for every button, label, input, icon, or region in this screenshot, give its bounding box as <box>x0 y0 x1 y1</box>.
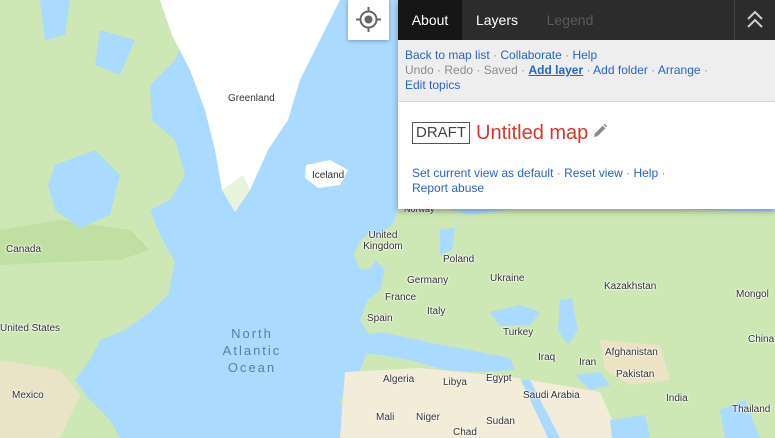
saved-status: Saved <box>483 63 518 77</box>
add-layer-link[interactable]: Add layer <box>528 63 583 77</box>
place-label-france: France <box>385 292 417 303</box>
place-label-mongolia: Mongol <box>736 289 769 300</box>
set-default-view-link[interactable]: Set current view as default <box>412 166 553 180</box>
place-label-spain: Spain <box>367 313 393 324</box>
separator: · <box>626 166 631 180</box>
place-label-united-states: United States <box>0 323 61 334</box>
separator: · <box>437 63 442 77</box>
place-label-ukraine: Ukraine <box>490 273 525 284</box>
add-folder-link[interactable]: Add folder <box>593 63 648 77</box>
panel-toolbar: Back to map list · Collaborate · Help Un… <box>398 40 775 102</box>
place-label-mali: Mali <box>376 412 395 423</box>
separator: · <box>565 48 570 62</box>
crosshair-icon <box>356 7 381 32</box>
place-label-chad: Chad <box>453 427 477 438</box>
place-label-united-kingdom: United Kingdom <box>363 230 403 252</box>
place-label-saudi-arabia: Saudi Arabia <box>523 390 580 401</box>
reset-view-link[interactable]: Reset view <box>564 166 623 180</box>
ocean-label: North Atlantic Ocean <box>222 326 282 375</box>
draft-badge: DRAFT <box>412 122 470 144</box>
panel-tabs: About Layers Legend <box>398 0 775 40</box>
map-panel: About Layers Legend Back to map list · C… <box>398 0 775 209</box>
separator: · <box>493 48 498 62</box>
back-to-map-list-link[interactable]: Back to map list <box>405 48 490 62</box>
place-label-egypt: Egypt <box>486 373 512 384</box>
tab-layers[interactable]: Layers <box>462 0 532 40</box>
place-label-iraq: Iraq <box>538 352 556 363</box>
place-label-iceland: Iceland <box>312 170 345 181</box>
place-label-germany: Germany <box>407 275 449 286</box>
place-label-algeria: Algeria <box>383 374 415 385</box>
place-label-india: India <box>666 393 688 404</box>
edit-pencil-icon[interactable] <box>592 123 608 144</box>
place-label-thailand: Thailand <box>732 404 771 415</box>
place-label-sudan: Sudan <box>486 416 515 427</box>
place-label-greenland: Greenland <box>228 93 275 104</box>
undo-button: Undo <box>405 63 434 77</box>
separator: · <box>651 63 656 77</box>
place-label-libya: Libya <box>443 377 467 388</box>
help-link[interactable]: Help <box>633 166 658 180</box>
tab-about[interactable]: About <box>398 0 462 40</box>
separator: · <box>556 166 561 180</box>
place-label-canada: Canada <box>6 244 42 255</box>
tab-legend: Legend <box>546 12 594 28</box>
view-links: Set current view as default · Reset view… <box>412 166 761 196</box>
place-label-niger: Niger <box>416 412 440 423</box>
redo-button: Redo <box>444 63 474 77</box>
place-label-turkey: Turkey <box>503 327 534 338</box>
toolbar-help-link[interactable]: Help <box>572 48 597 62</box>
place-label-iran: Iran <box>579 357 597 368</box>
panel-body: DRAFT Untitled map Set current view as d… <box>398 121 775 196</box>
place-label-pakistan: Pakistan <box>616 369 655 380</box>
report-abuse-link[interactable]: Report abuse <box>412 181 484 195</box>
double-chevron-up-icon <box>747 10 763 28</box>
separator: · <box>586 63 591 77</box>
map-title-row: DRAFT Untitled map <box>412 121 761 145</box>
separator: · <box>703 63 708 77</box>
place-label-afghanistan: Afghanistan <box>605 347 658 358</box>
my-location-button[interactable] <box>348 0 389 40</box>
edit-topics-link[interactable]: Edit topics <box>405 78 460 92</box>
place-label-mexico: Mexico <box>12 390 44 401</box>
place-label-poland: Poland <box>443 254 475 265</box>
collapse-panel-button[interactable] <box>734 0 775 40</box>
place-label-italy: Italy <box>427 306 446 317</box>
place-label-kazakhstan: Kazakhstan <box>604 281 657 292</box>
arrange-link[interactable]: Arrange <box>658 63 701 77</box>
separator: · <box>476 63 481 77</box>
separator: · <box>521 63 526 77</box>
map-title[interactable]: Untitled map <box>476 122 588 145</box>
separator: · <box>661 166 666 180</box>
place-label-china: China <box>748 334 775 345</box>
collaborate-link[interactable]: Collaborate <box>500 48 561 62</box>
